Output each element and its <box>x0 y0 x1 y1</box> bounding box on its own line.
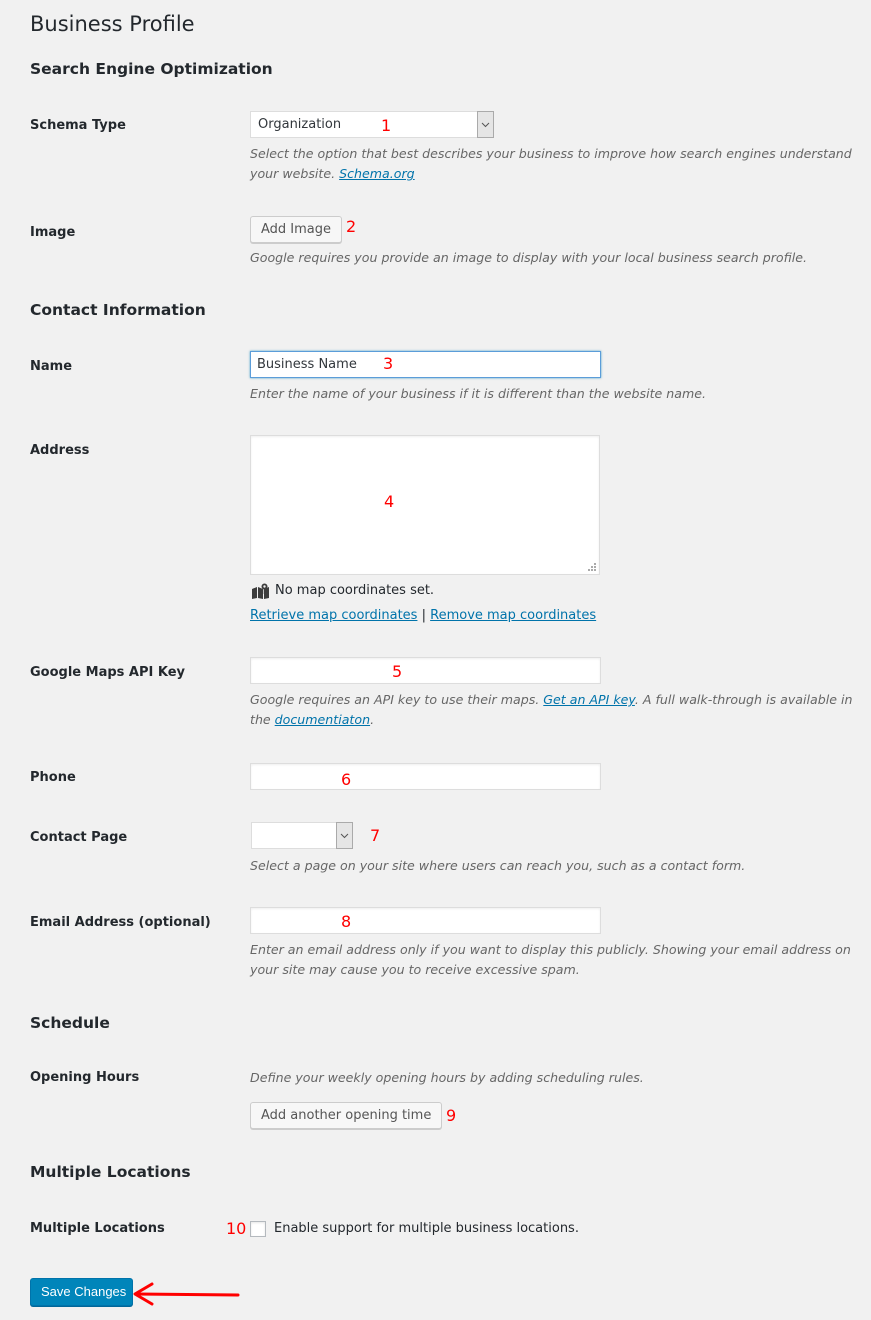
image-description: Google requires you provide an image to … <box>250 250 807 265</box>
annotation-arrow-icon <box>133 1282 240 1306</box>
phone-label: Phone <box>30 770 76 785</box>
phone-input[interactable] <box>250 763 601 790</box>
opening-hours-label: Opening Hours <box>30 1070 140 1085</box>
schema-org-link[interactable]: Schema.org <box>339 166 415 181</box>
annotation-2: 2 <box>346 217 357 236</box>
schema-type-selected-value: Organization <box>258 117 342 132</box>
link-separator: | <box>421 608 426 623</box>
annotation-5: 5 <box>392 662 403 681</box>
documentation-link[interactable]: documentiaton <box>275 712 370 727</box>
resize-handle-icon[interactable] <box>588 563 597 572</box>
chevron-down-icon[interactable] <box>477 111 494 138</box>
contact-page-label: Contact Page <box>30 830 128 845</box>
annotation-9: 9 <box>446 1106 457 1125</box>
annotation-6: 6 <box>341 770 352 789</box>
add-opening-time-button[interactable]: Add another opening time <box>250 1102 443 1129</box>
maps-api-key-input[interactable] <box>250 657 601 684</box>
get-api-key-link[interactable]: Get an API key <box>543 692 635 707</box>
multiple-locations-label: Multiple Locations <box>30 1221 165 1236</box>
business-name-value: Business Name <box>257 357 357 372</box>
annotation-10: 10 <box>226 1219 247 1238</box>
map-coordinate-links: Retrieve map coordinates | Remove map co… <box>250 607 596 625</box>
maps-api-desc-text-1: Google requires an API key to use their … <box>250 692 544 707</box>
business-name-input[interactable]: Business Name <box>250 351 601 378</box>
maps-api-key-label: Google Maps API Key <box>30 665 186 680</box>
email-label: Email Address (optional) <box>30 915 211 930</box>
contact-page-select[interactable] <box>251 822 353 849</box>
schema-type-description: Select the option that best describes yo… <box>250 144 860 184</box>
save-changes-button[interactable]: Save Changes <box>30 1278 133 1306</box>
multiple-locations-checkbox[interactable] <box>250 1221 266 1237</box>
section-title-contact: Contact Information <box>30 301 206 319</box>
maps-api-key-description: Google requires an API key to use their … <box>250 690 860 730</box>
maps-api-desc-text-3: . <box>370 712 375 727</box>
map-status: No map coordinates set. <box>252 582 434 600</box>
annotation-1: 1 <box>381 116 392 135</box>
name-description: Enter the name of your business if it is… <box>250 386 706 401</box>
section-title-multiple-locations: Multiple Locations <box>30 1163 191 1181</box>
email-input[interactable] <box>250 907 601 934</box>
chevron-down-icon[interactable] <box>336 822 353 849</box>
section-title-schedule: Schedule <box>30 1014 110 1032</box>
annotation-4: 4 <box>384 492 395 511</box>
annotation-7: 7 <box>370 826 381 845</box>
name-label: Name <box>30 359 73 374</box>
contact-page-description: Select a page on your site where users c… <box>250 858 746 873</box>
annotation-3: 3 <box>383 354 394 373</box>
remove-map-coordinates-link[interactable]: Remove map coordinates <box>430 608 596 623</box>
image-label: Image <box>30 225 76 240</box>
annotation-8: 8 <box>341 912 352 931</box>
page-title: Business Profile <box>30 12 195 36</box>
schema-type-label: Schema Type <box>30 118 126 133</box>
multiple-locations-checkbox-label[interactable]: Enable support for multiple business loc… <box>274 1220 579 1238</box>
address-textarea[interactable] <box>250 435 600 575</box>
retrieve-map-coordinates-link[interactable]: Retrieve map coordinates <box>250 608 417 623</box>
add-image-button[interactable]: Add Image <box>250 216 343 243</box>
email-description: Enter an email address only if you want … <box>250 942 851 977</box>
section-title-seo: Search Engine Optimization <box>30 60 273 78</box>
map-marker-icon <box>252 583 269 599</box>
address-label: Address <box>30 443 90 458</box>
schema-type-select[interactable]: Organization <box>250 111 494 138</box>
opening-hours-description: Define your weekly opening hours by addi… <box>250 1070 644 1085</box>
map-status-text: No map coordinates set. <box>275 583 435 598</box>
